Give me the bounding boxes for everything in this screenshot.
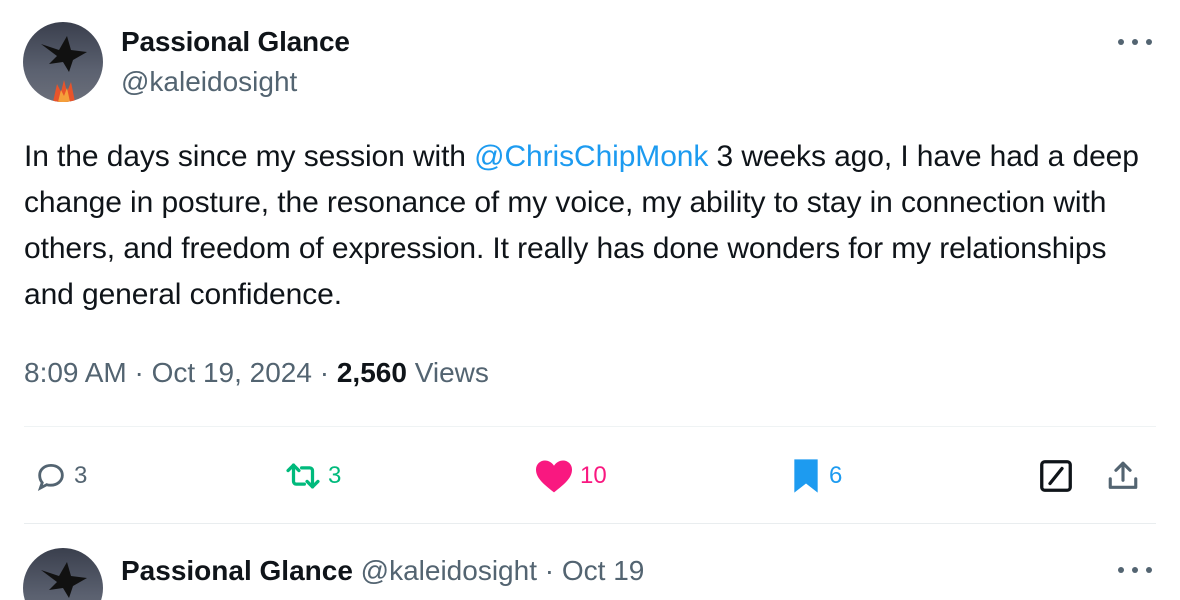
tweet-text: In the days since my session with @Chris… — [24, 134, 1154, 318]
like-button[interactable]: 10 — [534, 456, 607, 496]
share-button[interactable] — [1106, 456, 1140, 496]
divider — [24, 426, 1156, 427]
tweet-time[interactable]: 8:09 AM — [24, 357, 127, 388]
more-icon[interactable] — [1118, 560, 1152, 580]
reply-author-name[interactable]: Passional Glance — [121, 555, 353, 586]
reply-icon — [37, 463, 64, 491]
tweet-meta: 8:09 AM · Oct 19, 2024 · 2,560 Views — [24, 357, 489, 389]
reply-count: 3 — [74, 462, 88, 489]
retweet-count: 3 — [328, 462, 342, 489]
meta-separator: · — [126, 357, 152, 388]
meta-separator: · — [311, 357, 337, 388]
views-label: Views — [414, 357, 489, 388]
views-count: 2,560 — [336, 357, 407, 388]
reply-avatar[interactable] — [23, 548, 103, 600]
reply-button[interactable]: 3 — [34, 456, 87, 496]
reply-separator: · — [536, 555, 562, 586]
more-icon[interactable] — [1118, 32, 1152, 52]
author-name[interactable]: Passional Glance — [121, 26, 350, 58]
avatar[interactable] — [23, 22, 103, 102]
bookmark-icon — [794, 459, 818, 493]
heart-icon — [536, 460, 572, 493]
mention-link[interactable]: @ChrisChipMonk — [474, 140, 708, 173]
grok-button[interactable] — [1038, 456, 1074, 496]
like-count: 10 — [580, 462, 607, 489]
grok-icon — [1040, 460, 1072, 492]
reply-header: Passional Glance @kaleidosight · Oct 19 — [121, 555, 644, 587]
tweet-date[interactable]: Oct 19, 2024 — [152, 357, 312, 388]
bookmark-button[interactable]: 6 — [789, 456, 842, 496]
divider — [24, 523, 1156, 524]
author-handle[interactable]: @kaleidosight — [121, 66, 297, 98]
retweet-button[interactable]: 3 — [284, 456, 341, 496]
bookmark-count: 6 — [829, 462, 843, 489]
reply-date[interactable]: Oct 19 — [562, 555, 644, 586]
share-icon — [1108, 461, 1138, 489]
retweet-icon — [286, 463, 320, 489]
reply-author-handle[interactable]: @kaleidosight — [361, 555, 537, 586]
tweet-text-before: In the days since my session with — [24, 140, 475, 173]
tweet-detail: Passional Glance @kaleidosight In the da… — [0, 0, 1180, 600]
